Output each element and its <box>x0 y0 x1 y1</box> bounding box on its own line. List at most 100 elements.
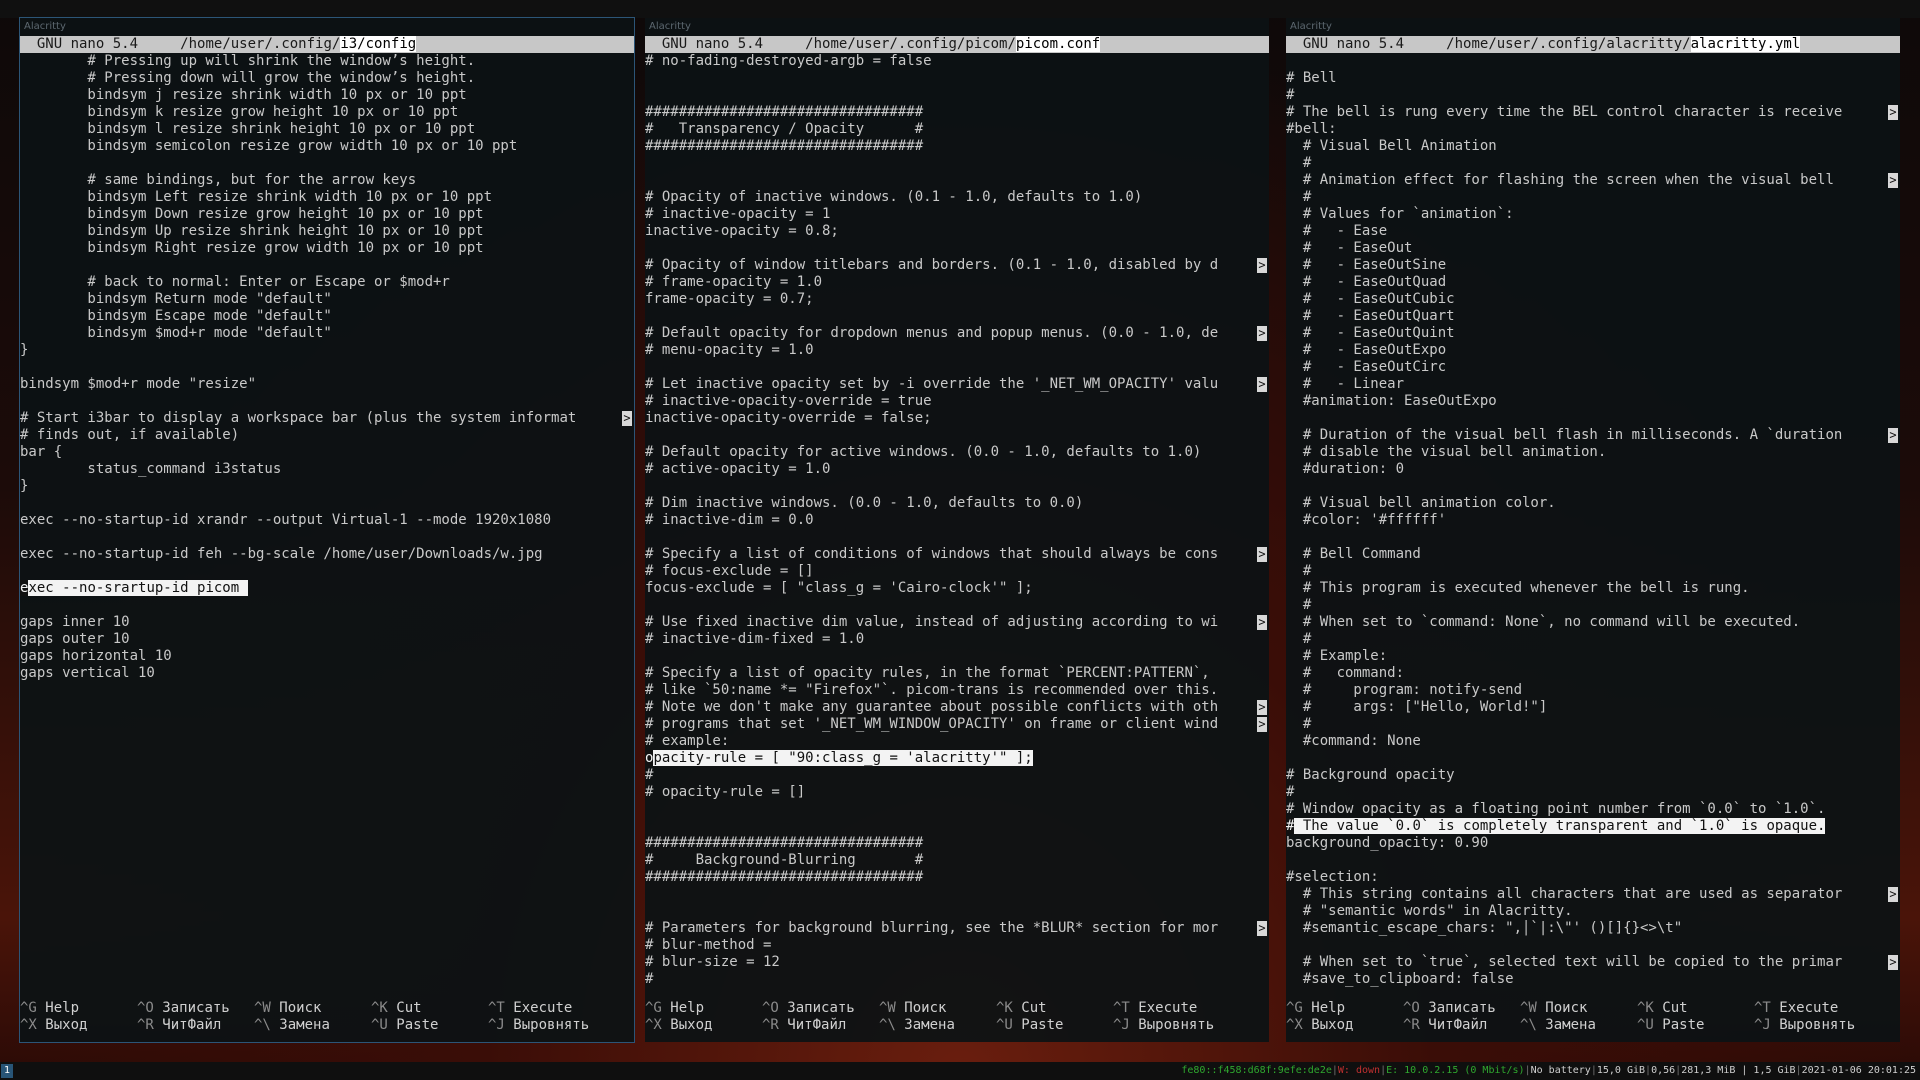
editor-line[interactable]: bindsym semicolon resize grow width 10 p… <box>20 138 634 155</box>
editor-line[interactable]: # This string contains all characters th… <box>1286 886 1900 903</box>
editor-line[interactable]: bindsym Down resize grow height 10 px or… <box>20 206 634 223</box>
editor-line[interactable]: frame-opacity = 0.7; <box>645 291 1269 308</box>
editor-line[interactable]: background_opacity: 0.90 <box>1286 835 1900 852</box>
editor-line[interactable]: bindsym j resize shrink width 10 px or 1… <box>20 87 634 104</box>
editor-line[interactable]: # inactive-opacity-override = true <box>645 393 1269 410</box>
editor-line[interactable]: # Bell Command <box>1286 546 1900 563</box>
editor-line[interactable]: # menu-opacity = 1.0 <box>645 342 1269 359</box>
editor-line[interactable]: # When set to `true`, selected text will… <box>1286 954 1900 971</box>
shortcut-item[interactable]: ^K Cut <box>996 1000 1047 1017</box>
editor-line[interactable]: # focus-exclude = [] <box>645 563 1269 580</box>
editor-line[interactable]: ################################# <box>645 869 1269 886</box>
editor-line[interactable] <box>645 886 1269 903</box>
editor-line[interactable]: #duration: 0 <box>1286 461 1900 478</box>
editor-line[interactable]: # inactive-dim-fixed = 1.0 <box>645 631 1269 648</box>
editor-line[interactable]: # Bell <box>1286 70 1900 87</box>
editor-line[interactable]: opacity-rule = [ "90:class_g = 'alacritt… <box>645 750 1269 767</box>
shortcut-item[interactable]: ^O Записать <box>1403 1000 1496 1017</box>
editor-line[interactable] <box>1286 937 1900 954</box>
editor-line[interactable] <box>645 648 1269 665</box>
editor-line[interactable]: # When set to `command: None`, no comman… <box>1286 614 1900 631</box>
editor-line[interactable]: # Default opacity for dropdown menus and… <box>645 325 1269 342</box>
editor-line[interactable] <box>645 155 1269 172</box>
editor-content[interactable]: # no-fading-destroyed-argb = false ######… <box>645 53 1269 1003</box>
editor-line[interactable]: bindsym Return mode "default" <box>20 291 634 308</box>
editor-line[interactable]: bindsym k resize grow height 10 px or 10… <box>20 104 634 121</box>
editor-line[interactable]: # Let inactive opacity set by -i overrid… <box>645 376 1269 393</box>
shortcut-item[interactable]: ^J Выровнять <box>1113 1017 1214 1034</box>
editor-line[interactable]: # <box>645 767 1269 784</box>
editor-line[interactable] <box>645 427 1269 444</box>
editor-line[interactable]: # program: notify-send <box>1286 682 1900 699</box>
shortcut-item[interactable]: ^T Execute <box>1754 1000 1838 1017</box>
editor-line[interactable]: # <box>1286 563 1900 580</box>
editor-line[interactable]: # <box>1286 631 1900 648</box>
editor-line[interactable]: #command: None <box>1286 733 1900 750</box>
editor-line[interactable]: # - Linear <box>1286 376 1900 393</box>
editor-line[interactable]: # Visual Bell Animation <box>1286 138 1900 155</box>
shortcut-item[interactable]: ^J Выровнять <box>1754 1017 1855 1034</box>
shortcut-item[interactable]: ^R ЧитФайл <box>137 1017 221 1034</box>
editor-line[interactable]: # <box>1286 597 1900 614</box>
editor-line[interactable]: # <box>1286 716 1900 733</box>
editor-line[interactable] <box>1286 478 1900 495</box>
editor-line[interactable] <box>20 359 634 376</box>
editor-line[interactable]: # Default opacity for active windows. (0… <box>645 444 1269 461</box>
shortcut-item[interactable]: ^X Выход <box>1286 1017 1353 1034</box>
editor-line[interactable]: bindsym Right resize grow width 10 px or… <box>20 240 634 257</box>
editor-line[interactable] <box>20 529 634 546</box>
editor-line[interactable]: # Animation effect for flashing the scre… <box>1286 172 1900 189</box>
shortcut-item[interactable]: ^J Выровнять <box>488 1017 589 1034</box>
shortcut-item[interactable]: ^O Записать <box>762 1000 855 1017</box>
editor-line[interactable] <box>645 818 1269 835</box>
editor-line[interactable] <box>1286 53 1900 70</box>
editor-line[interactable]: #color: '#ffffff' <box>1286 512 1900 529</box>
editor-line[interactable] <box>645 597 1269 614</box>
shortcut-item[interactable]: ^X Выход <box>20 1017 87 1034</box>
editor-line[interactable]: # opacity-rule = [] <box>645 784 1269 801</box>
editor-line[interactable]: # Background-Blurring # <box>645 852 1269 869</box>
editor-line[interactable] <box>645 478 1269 495</box>
editor-line[interactable]: bindsym Left resize shrink width 10 px o… <box>20 189 634 206</box>
editor-line[interactable]: # <box>1286 155 1900 172</box>
editor-line[interactable]: # args: ["Hello, World!"] <box>1286 699 1900 716</box>
editor-line[interactable]: # The value `0.0` is completely transpar… <box>1286 818 1900 835</box>
editor-line[interactable] <box>1286 529 1900 546</box>
editor-line[interactable]: # "semantic words" in Alacritty. <box>1286 903 1900 920</box>
terminal-window-picom-conf[interactable]: Alacritty GNU nano 5.4 /home/user/.confi… <box>645 18 1269 1042</box>
editor-line[interactable]: # like `50:name *= "Firefox"`. picom-tra… <box>645 682 1269 699</box>
editor-line[interactable]: # - EaseOut <box>1286 240 1900 257</box>
editor-line[interactable]: # Pressing down will grow the window’s h… <box>20 70 634 87</box>
editor-line[interactable]: bar { <box>20 444 634 461</box>
editor-line[interactable]: bindsym Up resize shrink height 10 px or… <box>20 223 634 240</box>
editor-line[interactable]: # Parameters for background blurring, se… <box>645 920 1269 937</box>
editor-line[interactable]: # example: <box>645 733 1269 750</box>
shortcut-item[interactable]: ^K Cut <box>371 1000 422 1017</box>
shortcut-item[interactable]: ^W Поиск <box>879 1000 946 1017</box>
editor-line[interactable]: # Start i3bar to display a workspace bar… <box>20 410 634 427</box>
shortcut-item[interactable]: ^T Execute <box>1113 1000 1197 1017</box>
editor-line[interactable]: #semantic_escape_chars: ",│`|:\"' ()[]{}… <box>1286 920 1900 937</box>
shortcut-item[interactable]: ^\ Замена <box>1520 1017 1596 1034</box>
terminal-window-alacritty-yml[interactable]: Alacritty GNU nano 5.4 /home/user/.confi… <box>1286 18 1900 1042</box>
editor-line[interactable]: # Example: <box>1286 648 1900 665</box>
editor-line[interactable]: # Pressing up will shrink the window’s h… <box>20 53 634 70</box>
editor-line[interactable]: #selection: <box>1286 869 1900 886</box>
editor-line[interactable]: # - EaseOutSine <box>1286 257 1900 274</box>
editor-line[interactable]: # back to normal: Enter or Escape or $mo… <box>20 274 634 291</box>
shortcut-item[interactable]: ^U Paste <box>996 1017 1063 1034</box>
editor-line[interactable]: # Opacity of inactive windows. (0.1 - 1.… <box>645 189 1269 206</box>
editor-line[interactable]: bindsym $mod+r mode "resize" <box>20 376 634 393</box>
editor-line[interactable]: # disable the visual bell animation. <box>1286 444 1900 461</box>
editor-line[interactable]: gaps vertical 10 <box>20 665 634 682</box>
editor-line[interactable]: #animation: EaseOutExpo <box>1286 393 1900 410</box>
editor-line[interactable]: gaps horizontal 10 <box>20 648 634 665</box>
editor-content[interactable]: # Bell # # The bell is rung every time the… <box>1286 53 1900 1003</box>
editor-line[interactable] <box>645 70 1269 87</box>
editor-line[interactable]: # Use fixed inactive dim value, instead … <box>645 614 1269 631</box>
editor-line[interactable] <box>20 155 634 172</box>
shortcut-item[interactable]: ^T Execute <box>488 1000 572 1017</box>
shortcut-item[interactable]: ^K Cut <box>1637 1000 1688 1017</box>
editor-line[interactable]: # inactive-opacity = 1 <box>645 206 1269 223</box>
editor-line[interactable]: # programs that set '_NET_WM_WINDOW_OPAC… <box>645 716 1269 733</box>
